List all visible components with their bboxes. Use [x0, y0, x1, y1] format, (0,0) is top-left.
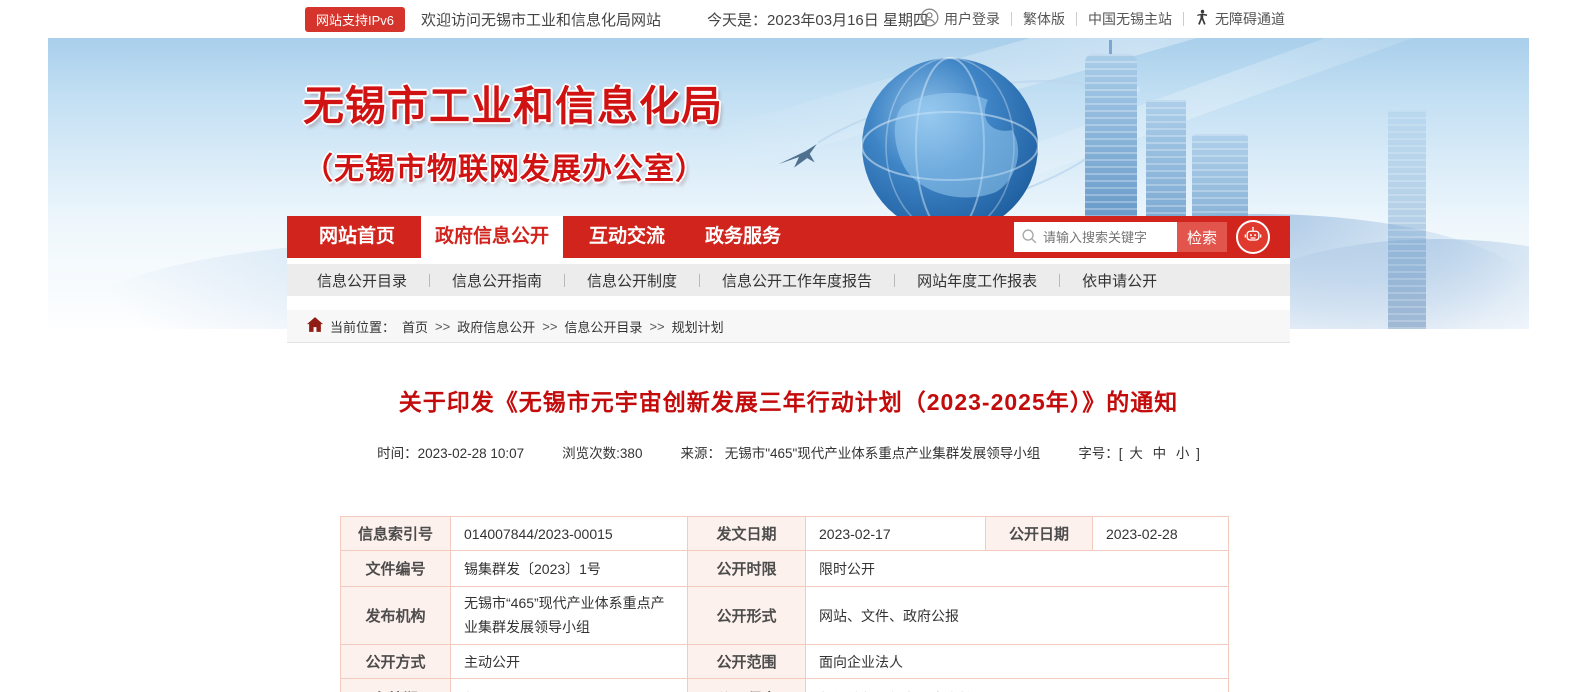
table-row: 有效期 长期 公开程序 部门编制，经办公室审核后公开 — [341, 679, 1229, 692]
divider — [1183, 12, 1184, 26]
font-size-suffix: ] — [1196, 446, 1200, 461]
breadcrumb-separator: >> — [542, 319, 557, 334]
table-row: 信息索引号 014007844/2023-00015 发文日期 2023-02-… — [341, 517, 1229, 551]
top-utility-bar: 网站支持IPv6 欢迎访问无锡市工业和信息化局网站 今天是：2023年03月16… — [0, 0, 1581, 38]
breadcrumb: 当前位置： 首页 >> 政府信息公开 >> 信息公开目录 >> 规划计划 — [287, 310, 1290, 343]
airplane-icon — [776, 142, 822, 172]
breadcrumb-gov-info[interactable]: 政府信息公开 — [457, 317, 535, 336]
article-source: 来源： 无锡市"465"现代产业体系重点产业集群发展领导小组 — [680, 442, 1040, 462]
breadcrumb-separator: >> — [649, 319, 664, 334]
tab-government-services[interactable]: 政务服务 — [691, 216, 795, 258]
search-input[interactable] — [1014, 222, 1177, 252]
info-value-cell: 2023-02-28 — [1093, 517, 1229, 551]
search-box: 检索 — [1014, 222, 1227, 252]
info-value-cell: 限时公开 — [806, 551, 1229, 587]
subnav-disclosure-by-request[interactable]: 依申请公开 — [1060, 270, 1179, 291]
breadcrumb-separator: >> — [435, 319, 450, 334]
china-wuxi-main-site-link[interactable]: 中国无锡主站 — [1088, 9, 1172, 29]
table-row: 公开方式 主动公开 公开范围 面向企业法人 — [341, 645, 1229, 679]
divider — [1076, 12, 1077, 26]
info-value-cell: 长期 — [451, 679, 688, 692]
info-label-cell: 公开时限 — [688, 551, 806, 587]
info-label-cell: 公开程序 — [688, 679, 806, 692]
table-row: 文件编号 锡集群发〔2023〕1号 公开时限 限时公开 — [341, 551, 1229, 587]
breadcrumb-home[interactable]: 首页 — [402, 317, 428, 336]
welcome-text: 欢迎访问无锡市工业和信息化局网站 — [421, 9, 661, 30]
info-value-cell: 2023-02-17 — [806, 517, 986, 551]
font-size-large-button[interactable]: 大 — [1126, 446, 1146, 461]
accessibility-channel-link[interactable]: 无障碍通道 — [1195, 9, 1285, 29]
robot-icon — [1243, 225, 1263, 250]
topbar-left-group: 网站支持IPv6 欢迎访问无锡市工业和信息化局网站 今天是：2023年03月16… — [305, 0, 928, 38]
info-label-cell: 公开日期 — [986, 517, 1093, 551]
article-time: 时间：2023-02-28 10:07 — [377, 442, 524, 462]
info-value-cell: 主动公开 — [451, 645, 688, 679]
subnav-info-system[interactable]: 信息公开制度 — [565, 270, 699, 291]
sub-navbar: 信息公开目录 信息公开指南 信息公开制度 信息公开工作年度报告 网站年度工作报表… — [287, 264, 1290, 296]
site-banner-title: 无锡市工业和信息化局 （无锡市物联网发展办公室） — [303, 72, 723, 188]
skyscraper-graphic — [1388, 110, 1426, 329]
info-label-cell: 公开方式 — [341, 645, 451, 679]
info-label-cell: 文件编号 — [341, 551, 451, 587]
info-value-cell: 锡集群发〔2023〕1号 — [451, 551, 688, 587]
article-title: 关于印发《无锡市元宇宙创新发展三年行动计划（2023-2025年）》的通知 — [287, 383, 1290, 417]
search-icon — [1021, 228, 1038, 250]
subnav-website-annual-report[interactable]: 网站年度工作报表 — [895, 270, 1059, 291]
font-size-prefix: 字号：[ — [1078, 446, 1122, 461]
topbar-right-group: 用户登录 繁体版 中国无锡主站 无障碍通道 — [920, 0, 1285, 38]
subnav-info-catalog[interactable]: 信息公开目录 — [295, 270, 429, 291]
breadcrumb-current: 规划计划 — [672, 317, 724, 336]
info-value-cell: 014007844/2023-00015 — [451, 517, 688, 551]
info-label-cell: 发布机构 — [341, 587, 451, 645]
document-info-table: 信息索引号 014007844/2023-00015 发文日期 2023-02-… — [340, 516, 1229, 692]
info-value-cell: 无锡市“465”现代产业体系重点产业集群发展领导小组 — [451, 587, 688, 645]
subnav-info-guide[interactable]: 信息公开指南 — [430, 270, 564, 291]
info-value-cell: 面向企业法人 — [806, 645, 1229, 679]
main-navbar: 网站首页 政府信息公开 互动交流 政务服务 检索 — [287, 216, 1290, 258]
user-icon — [920, 8, 939, 30]
table-row: 发布机构 无锡市“465”现代产业体系重点产业集群发展领导小组 公开形式 网站、… — [341, 587, 1229, 645]
ipv6-badge[interactable]: 网站支持IPv6 — [305, 7, 405, 32]
search-area: 检索 — [1014, 216, 1290, 258]
tab-interaction[interactable]: 互动交流 — [575, 216, 679, 258]
info-label-cell: 公开形式 — [688, 587, 806, 645]
divider — [1011, 12, 1012, 26]
article-meta: 时间：2023-02-28 10:07 浏览次数:380 来源： 无锡市"465… — [287, 442, 1290, 462]
article-views: 浏览次数:380 — [562, 442, 642, 462]
breadcrumb-info-catalog[interactable]: 信息公开目录 — [564, 317, 642, 336]
tab-home[interactable]: 网站首页 — [305, 216, 409, 258]
info-label-cell: 公开范围 — [688, 645, 806, 679]
info-label-cell: 发文日期 — [688, 517, 806, 551]
search-button[interactable]: 检索 — [1177, 222, 1227, 252]
user-login-link[interactable]: 用户登录 — [920, 8, 1000, 30]
info-value-cell: 部门编制，经办公室审核后公开 — [806, 679, 1229, 692]
subnav-annual-report[interactable]: 信息公开工作年度报告 — [700, 270, 894, 291]
tab-government-info-disclosure[interactable]: 政府信息公开 — [421, 216, 563, 264]
date-text: 今天是：2023年03月16日 星期四 — [707, 9, 928, 30]
bureau-subname: （无锡市物联网发展办公室） — [303, 144, 723, 188]
info-label-cell: 有效期 — [341, 679, 451, 692]
font-size-control: 字号：[ 大 中 小 ] — [1078, 442, 1200, 462]
main-content-column: 网站首页 政府信息公开 互动交流 政务服务 检索 信息公开目录 信息公开指南 信… — [287, 216, 1290, 692]
info-label-cell: 信息索引号 — [341, 517, 451, 551]
breadcrumb-prefix: 当前位置： — [330, 317, 395, 336]
traditional-version-link[interactable]: 繁体版 — [1023, 9, 1065, 29]
bureau-name: 无锡市工业和信息化局 — [303, 72, 723, 132]
info-value-cell: 网站、文件、政府公报 — [806, 587, 1229, 645]
font-size-small-button[interactable]: 小 — [1173, 446, 1193, 461]
font-size-medium-button[interactable]: 中 — [1150, 446, 1170, 461]
smart-qa-robot-button[interactable] — [1236, 220, 1270, 254]
accessibility-icon — [1195, 9, 1210, 29]
home-icon — [307, 317, 323, 335]
